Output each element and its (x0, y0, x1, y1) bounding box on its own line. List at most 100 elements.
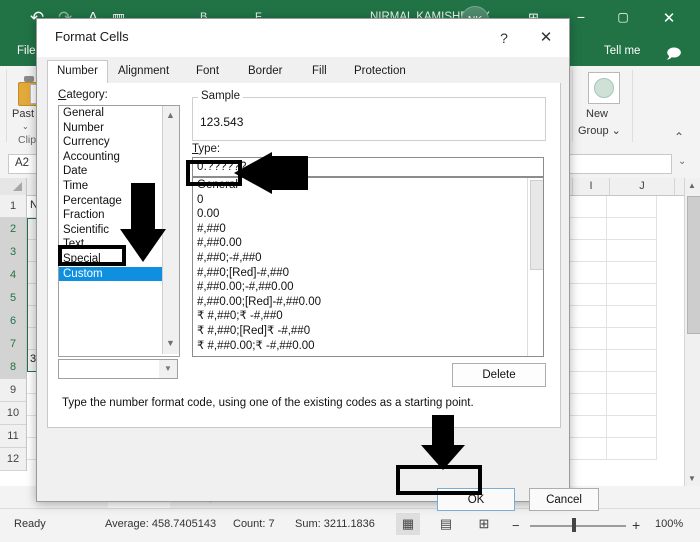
column-header-i[interactable]: I (573, 178, 610, 195)
cell-i12[interactable] (570, 438, 607, 460)
tell-me-box[interactable]: Tell me (604, 45, 640, 57)
cell-j12[interactable] (607, 438, 657, 460)
cell-i1[interactable] (570, 196, 607, 218)
category-item-time[interactable]: Time (59, 179, 179, 194)
category-item-number[interactable]: Number (59, 121, 179, 136)
zoom-slider-thumb[interactable] (572, 518, 576, 532)
row-header-11[interactable]: 11 (0, 425, 26, 448)
cell-j6[interactable] (607, 306, 657, 328)
zoom-slider-track[interactable] (530, 525, 626, 527)
type-option-neg-red-2dp[interactable]: #,##0.00;[Red]-#,##0.00 (193, 295, 543, 310)
cell-i5[interactable] (570, 284, 607, 306)
window-maximize-button[interactable]: ▢ (612, 10, 634, 24)
category-list[interactable]: General Number Currency Accounting Date … (58, 105, 180, 357)
category-item-accounting[interactable]: Accounting (59, 150, 179, 165)
scroll-up-icon[interactable]: ▲ (688, 181, 696, 190)
row-header-7[interactable]: 7 (0, 333, 26, 356)
type-option-neg-2dp[interactable]: #,##0.00;-#,##0.00 (193, 280, 543, 295)
category-item-date[interactable]: Date (59, 164, 179, 179)
collapse-ribbon-icon[interactable]: ⌃ (674, 130, 684, 144)
row-header-6[interactable]: 6 (0, 310, 26, 333)
category-item-currency[interactable]: Currency (59, 135, 179, 150)
row-header-4[interactable]: 4 (0, 264, 26, 287)
row-header-1[interactable]: 1 (0, 195, 26, 218)
cell-j10[interactable] (607, 394, 657, 416)
type-option-rupee[interactable]: ₹ #,##0;₹ -#,##0 (193, 309, 543, 324)
cell-j8[interactable] (607, 350, 657, 372)
view-normal-icon[interactable]: ▦ (396, 513, 420, 535)
vertical-scroll-thumb[interactable] (687, 196, 700, 334)
type-option-thousands-2dp[interactable]: #,##0.00 (193, 236, 543, 251)
category-item-percentage[interactable]: Percentage (59, 194, 179, 209)
cell-j1[interactable] (607, 196, 657, 218)
window-minimize-button[interactable]: − (570, 9, 592, 25)
cell-i3[interactable] (570, 240, 607, 262)
tab-border[interactable]: Border (239, 61, 292, 83)
scroll-down-icon[interactable]: ▼ (688, 474, 696, 483)
cell-i6[interactable] (570, 306, 607, 328)
cancel-button[interactable]: Cancel (529, 488, 599, 511)
column-header-j[interactable]: J (610, 178, 675, 195)
zoom-out-button[interactable]: − (512, 518, 520, 533)
cell-i11[interactable] (570, 416, 607, 438)
locale-combobox[interactable]: ▼ (58, 359, 178, 379)
category-list-scrollbar[interactable]: ▲ ▼ (162, 106, 179, 354)
paste-chevron-down-icon[interactable]: ⌄ (22, 122, 29, 131)
category-item-custom[interactable]: Custom (59, 266, 179, 282)
tab-alignment[interactable]: Alignment (109, 61, 178, 83)
view-page-break-icon[interactable]: ⊞ (472, 513, 496, 535)
tab-font[interactable]: Font (187, 61, 228, 83)
status-average[interactable]: Average: 458.7405143 (105, 518, 216, 530)
type-list-scroll-thumb[interactable] (530, 180, 543, 270)
row-header-2[interactable]: 2 (0, 218, 26, 241)
delete-button[interactable]: Delete (452, 363, 546, 387)
new-group-icon[interactable] (588, 72, 620, 104)
tab-protection[interactable]: Protection (345, 61, 415, 83)
new-group-label-line2[interactable]: Group ⌄ (578, 124, 621, 137)
select-all-corner[interactable] (0, 178, 27, 195)
category-item-text[interactable]: Text (59, 237, 179, 252)
cell-j5[interactable] (607, 284, 657, 306)
type-option-rupee-2dp[interactable]: ₹ #,##0.00;₹ -#,##0.00 (193, 339, 543, 354)
tab-fill[interactable]: Fill (303, 61, 336, 83)
scroll-down-icon[interactable]: ▼ (166, 338, 175, 348)
tab-number[interactable]: Number (47, 60, 108, 85)
window-close-button[interactable]: ✕ (658, 9, 680, 27)
cell-j9[interactable] (607, 372, 657, 394)
category-item-scientific[interactable]: Scientific (59, 223, 179, 238)
type-option-0-00[interactable]: 0.00 (193, 207, 543, 222)
row-header-8[interactable]: 8 (0, 356, 26, 379)
cell-i10[interactable] (570, 394, 607, 416)
type-input[interactable]: 0.?????? (192, 157, 544, 177)
cell-j11[interactable] (607, 416, 657, 438)
row-header-9[interactable]: 9 (0, 379, 26, 402)
dialog-help-icon[interactable]: ? (493, 27, 515, 49)
row-header-5[interactable]: 5 (0, 287, 26, 310)
cell-i9[interactable] (570, 372, 607, 394)
chevron-down-icon[interactable]: ▼ (159, 360, 177, 378)
type-list-scrollbar[interactable] (527, 178, 543, 356)
zoom-in-button[interactable]: + (632, 517, 640, 533)
cell-i8[interactable] (570, 350, 607, 372)
view-page-layout-icon[interactable]: ▤ (434, 513, 458, 535)
formula-bar-expand-icon[interactable]: ⌄ (678, 156, 686, 167)
type-option-0[interactable]: 0 (193, 193, 543, 208)
category-item-special[interactable]: Special (59, 252, 179, 267)
category-item-fraction[interactable]: Fraction (59, 208, 179, 223)
type-format-list[interactable]: General 0 0.00 #,##0 #,##0.00 #,##0;-#,#… (192, 177, 544, 357)
category-item-general[interactable]: General (59, 106, 179, 121)
comment-icon[interactable]: 🗩 (666, 43, 682, 67)
cell-j4[interactable] (607, 262, 657, 284)
dialog-close-icon[interactable]: ✕ (535, 27, 557, 49)
zoom-level-label[interactable]: 100% (655, 518, 683, 530)
cell-j2[interactable] (607, 218, 657, 240)
ok-button[interactable]: OK (437, 488, 515, 511)
vertical-scrollbar[interactable]: ▲ ▼ (684, 178, 700, 491)
cell-j7[interactable] (607, 328, 657, 350)
cell-i4[interactable] (570, 262, 607, 284)
scroll-up-icon[interactable]: ▲ (166, 110, 175, 120)
type-option-thousands[interactable]: #,##0 (193, 222, 543, 237)
type-option-rupee-red[interactable]: ₹ #,##0;[Red]₹ -#,##0 (193, 324, 543, 339)
type-option-neg-red[interactable]: #,##0;[Red]-#,##0 (193, 266, 543, 281)
row-header-10[interactable]: 10 (0, 402, 26, 425)
